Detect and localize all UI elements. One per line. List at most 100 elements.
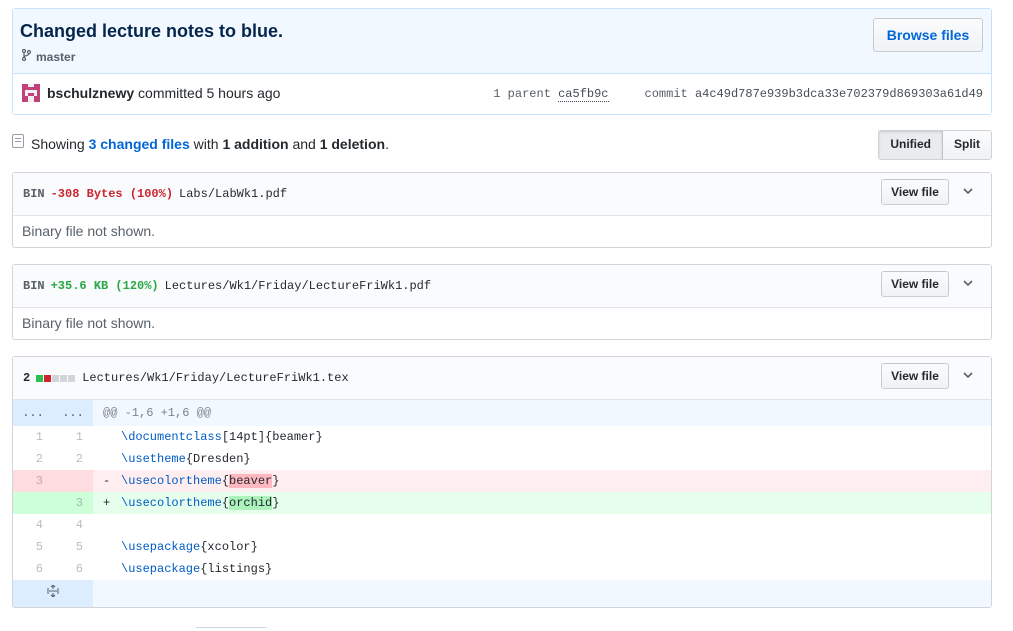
latex-brace: { [221,496,230,510]
file-header: BIN -308 Bytes (100%) Labs/LabWk1.pdf View… [13,173,991,216]
hunk-expand-left[interactable]: ... [13,400,53,426]
removed-word: beaver [229,474,273,488]
latex-brace: } [272,496,280,510]
file-info: 2 Lectures/Wk1/Friday/LectureFriWk1.tex [23,371,349,386]
latex-command: \usetheme [121,452,186,466]
commit-header: Changed lecture notes to blue. master Br… [12,8,992,115]
expand-row [13,580,991,607]
view-file-button[interactable]: View file [881,179,949,205]
binary-notice: Binary file not shown. [22,223,156,239]
diff-line: 4 4 [13,514,991,536]
view-file-button[interactable]: View file [881,271,949,297]
latex-brace: { [221,474,230,488]
summary-period: . [385,136,389,152]
unified-button[interactable]: Unified [879,131,943,159]
latex-command: \usepackage [121,540,201,554]
view-file-button[interactable]: View file [881,363,949,389]
diffstat-bar [36,372,76,386]
file-type: BIN [23,187,45,201]
commit-label: commit [644,87,688,101]
line-code: \usepackage{xcolor} [93,536,991,558]
old-line-number[interactable] [13,492,53,514]
file-diff-lecturefriwk1-pdf: BIN +35.6 KB (120%) Lectures/Wk1/Friday/Le… [12,264,992,340]
added-line: 3 + \usecolortheme{orchid} [13,492,991,514]
latex-command: \usepackage [121,562,201,576]
line-code: \usetheme{Dresden} [93,448,991,470]
new-line-number[interactable]: 3 [53,492,93,514]
unfold-icon[interactable] [13,580,93,607]
diff-sign: - [103,474,111,488]
parent-label: 1 parent [493,87,551,101]
additions-count: 1 addition [222,136,289,152]
changed-files-link[interactable]: 3 changed files [89,136,190,152]
commit-author-line: bschulznewy committed 5 hours ago [47,85,280,101]
file-info: BIN +35.6 KB (120%) Lectures/Wk1/Friday/Le… [23,279,431,293]
change-count: 2 [23,371,31,385]
binary-notice: Binary file not shown. [22,315,156,331]
new-line-number[interactable]: 6 [53,558,93,580]
file-header: BIN +35.6 KB (120%) Lectures/Wk1/Friday/Le… [13,265,991,308]
hunk-range: @@ -1,6 +1,6 @@ [93,400,991,426]
commit-sha: a4c49d787e939b3dca33e702379d869303a61d49 [694,87,983,101]
diff-line: 5 5 \usepackage{xcolor} [13,536,991,558]
summary-with: with [193,136,219,152]
commit-action: committed [138,85,203,101]
latex-arg: {xcolor} [200,540,258,554]
line-code: \usepackage{listings} [93,558,991,580]
line-code [93,514,991,536]
author-name[interactable]: bschulznewy [47,85,134,101]
branch-label[interactable]: master [21,48,76,64]
latex-arg: {Dresden} [185,452,251,466]
hunk-expand-right[interactable]: ... [53,400,93,426]
file-info: BIN -308 Bytes (100%) Labs/LabWk1.pdf [23,187,287,201]
chevron-down-icon[interactable] [963,186,973,196]
old-line-number[interactable]: 6 [13,558,53,580]
split-button[interactable]: Split [943,131,991,159]
old-line-number[interactable]: 3 [13,470,53,492]
new-line-number[interactable]: 2 [53,448,93,470]
new-line-number[interactable]: 5 [53,536,93,558]
old-line-number[interactable]: 1 [13,426,53,448]
file-path[interactable]: Labs/LabWk1.pdf [179,187,287,201]
branch-name: master [36,50,76,64]
old-line-number[interactable]: 4 [13,514,53,536]
parent-sha-link[interactable]: ca5fb9c [558,87,609,102]
chevron-down-icon[interactable] [963,278,973,288]
latex-arg: {listings} [200,562,273,576]
file-type: BIN [23,279,45,293]
file-path[interactable]: Lectures/Wk1/Friday/LectureFriWk1.tex [82,371,348,385]
diff-sign: + [103,496,111,510]
diff-line: 6 6 \usepackage{listings} [13,558,991,580]
diff-view-toggle: Unified Split [878,130,992,160]
latex-command: \usecolortheme [121,496,222,510]
deleted-line: 3 - \usecolortheme{beaver} [13,470,991,492]
new-line-number[interactable] [53,470,93,492]
line-code: - \usecolortheme{beaver} [93,470,991,492]
diff-line: 1 1 \documentclass[14pt]{beamer} [13,426,991,448]
summary-text: Showing 3 changed files with 1 addition … [31,136,389,152]
latex-arg: [14pt]{beamer} [221,430,323,444]
old-line-number[interactable]: 2 [13,448,53,470]
old-line-number[interactable]: 5 [13,536,53,558]
diff-summary: Showing 3 changed files with 1 addition … [12,130,992,160]
latex-command: \usecolortheme [121,474,222,488]
file-diff-icon [12,134,24,148]
line-code: \documentclass[14pt]{beamer} [93,426,991,448]
hunk-header: ... ... @@ -1,6 +1,6 @@ [13,400,991,426]
deletions-count: 1 deletion [319,136,386,152]
commit-time: 5 hours ago [206,85,281,101]
summary-and: and [292,136,316,152]
sha-info: 1 parent ca5fb9c commit a4c49d787e939b3d… [493,87,983,102]
file-diff-labwk1: BIN -308 Bytes (100%) Labs/LabWk1.pdf View… [12,172,992,248]
file-diff-lecturefriwk1-tex: 2 Lectures/Wk1/Friday/LectureFriWk1.tex V… [12,356,992,608]
avatar[interactable] [22,84,40,102]
new-line-number[interactable]: 4 [53,514,93,536]
browse-files-button[interactable]: Browse files [873,18,983,52]
commit-title-bar: Changed lecture notes to blue. master Br… [13,9,991,74]
chevron-down-icon[interactable] [963,370,973,380]
commit-meta: bschulznewy committed 5 hours ago 1 pare… [13,74,991,114]
added-word: orchid [229,496,273,510]
file-path[interactable]: Lectures/Wk1/Friday/LectureFriWk1.pdf [165,279,431,293]
new-line-number[interactable]: 1 [53,426,93,448]
diff-table: ... ... @@ -1,6 +1,6 @@ 1 1 \documentcla… [13,400,991,607]
